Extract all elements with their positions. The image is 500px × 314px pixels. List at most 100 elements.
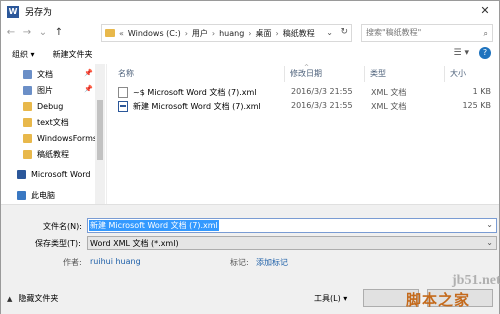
file-date: 2016/3/3 21:55: [291, 101, 353, 110]
organize-button[interactable]: 组织 ▾: [12, 49, 35, 60]
word-xml-file-icon: [118, 101, 128, 112]
file-list: ^ 名称 修改日期 类型 大小 ~$ Microsoft Word 文档 (7)…: [108, 64, 499, 204]
breadcrumb-separator-icon[interactable]: ›: [248, 29, 251, 38]
filename-label: 文件名(N):: [43, 222, 82, 231]
author-value[interactable]: ruihui huang: [90, 257, 141, 266]
breadcrumb-separator-icon[interactable]: ›: [185, 29, 188, 38]
nav-item-gaozhi[interactable]: 稿纸教程: [23, 146, 69, 162]
folder-icon: [23, 117, 32, 127]
table-row[interactable]: 新建 Microsoft Word 文档 (7).xml 2016/3/3 21…: [116, 100, 491, 114]
breadcrumb-drive[interactable]: Windows (C:): [128, 29, 181, 38]
file-name: ~$ Microsoft Word 文档 (7).xml: [133, 88, 257, 97]
up-arrow-icon[interactable]: ↑: [53, 26, 65, 40]
breadcrumb-overflow-icon[interactable]: «: [119, 29, 124, 38]
chevron-down-icon[interactable]: ⌄: [486, 220, 493, 229]
nav-item-pictures[interactable]: 图片: [23, 82, 53, 98]
save-button[interactable]: [363, 289, 419, 307]
nav-item-label: text文档: [37, 117, 69, 127]
column-divider[interactable]: [284, 66, 285, 82]
file-type: XML 文档: [371, 88, 407, 97]
breadcrumb-huang[interactable]: huang: [219, 29, 244, 38]
table-row[interactable]: ~$ Microsoft Word 文档 (7).xml 2016/3/3 21…: [116, 86, 491, 100]
hide-folders-label: 隐藏文件夹: [18, 294, 59, 303]
nav-item-microsoft-word[interactable]: Microsoft Word: [17, 166, 91, 182]
window-title: 另存为: [25, 8, 53, 18]
back-arrow-icon[interactable]: ←: [5, 26, 17, 40]
savetype-label: 保存类型(T):: [35, 239, 81, 248]
breadcrumb-separator-icon[interactable]: ›: [276, 29, 279, 38]
column-header-size[interactable]: 大小: [450, 68, 466, 79]
column-header-date[interactable]: 修改日期: [290, 68, 322, 79]
nav-item-label: WindowsForms: [37, 133, 98, 143]
word-icon: [17, 169, 26, 179]
filename-field[interactable]: 新建 Microsoft Word 文档 (7).xml ⌄: [87, 218, 497, 233]
forward-arrow-icon[interactable]: →: [21, 26, 33, 40]
recent-locations-chevron-icon[interactable]: ⌄: [37, 26, 49, 40]
file-name: 新建 Microsoft Word 文档 (7).xml: [133, 102, 261, 111]
filename-value[interactable]: 新建 Microsoft Word 文档 (7).xml: [89, 220, 219, 231]
folder-icon: [23, 149, 32, 159]
nav-item-label: 稿纸教程: [37, 149, 69, 159]
file-size: 125 KB: [462, 101, 491, 110]
computer-icon: [17, 190, 26, 200]
pin-icon[interactable]: 📌: [84, 85, 93, 93]
documents-icon: [23, 69, 32, 79]
column-divider[interactable]: [444, 66, 445, 82]
savetype-select[interactable]: Word XML 文档 (*.xml) ⌄: [87, 236, 497, 250]
pin-icon[interactable]: 📌: [84, 69, 93, 77]
xml-file-icon: [118, 87, 128, 98]
chevron-down-icon[interactable]: ⌄: [486, 238, 493, 247]
cancel-button[interactable]: [427, 289, 493, 307]
column-header-type[interactable]: 类型: [370, 68, 386, 79]
search-icon[interactable]: ⌕: [484, 26, 488, 42]
nav-item-label: 图片: [37, 85, 53, 95]
breadcrumb[interactable]: « Windows (C:) › 用户 › huang › 桌面 › 稿纸教程 …: [101, 24, 352, 42]
breadcrumb-current-folder[interactable]: 稿纸教程: [283, 28, 315, 39]
nav-item-windowsforms[interactable]: WindowsForms: [23, 130, 97, 146]
file-size: 1 KB: [472, 87, 491, 96]
refresh-icon[interactable]: ↻: [340, 27, 348, 37]
folder-icon: [105, 29, 115, 37]
search-input[interactable]: 搜索"稿纸教程" ⌕: [361, 24, 493, 42]
save-as-dialog: W 另存为 ✕ ← → ⌄ ↑ « Windows (C:) › 用户 › hu…: [0, 0, 500, 314]
column-divider[interactable]: [364, 66, 365, 82]
nav-item-text-docs[interactable]: text文档: [23, 114, 69, 130]
nav-item-label: 文档: [37, 69, 53, 79]
breadcrumb-desktop[interactable]: 桌面: [256, 28, 272, 39]
word-app-icon: W: [7, 5, 19, 18]
hide-folders-button[interactable]: ▲ 隐藏文件夹: [7, 293, 58, 304]
close-icon[interactable]: ✕: [477, 4, 493, 18]
nav-item-label: Microsoft Word: [31, 169, 91, 179]
address-row: ← → ⌄ ↑ « Windows (C:) › 用户 › huang › 桌面…: [1, 22, 499, 44]
search-placeholder: 搜索"稿纸教程": [366, 28, 422, 37]
nav-scrollbar-thumb[interactable]: [97, 100, 103, 160]
folder-icon: [23, 133, 32, 143]
nav-item-this-pc[interactable]: 此电脑: [17, 187, 55, 203]
nav-item-documents[interactable]: 文档: [23, 66, 53, 82]
navigation-pane: 文档 📌 图片 📌 Debug text文档 WindowsForms 稿纸教程…: [1, 64, 107, 204]
nav-item-label: Debug: [37, 101, 64, 111]
nav-item-label: 此电脑: [31, 190, 55, 200]
breadcrumb-separator-icon[interactable]: ›: [212, 29, 215, 38]
author-label: 作者:: [63, 258, 82, 267]
column-header-name[interactable]: 名称: [118, 68, 134, 79]
nav-scrollbar[interactable]: [95, 64, 105, 204]
new-folder-button[interactable]: 新建文件夹: [53, 49, 93, 60]
view-options-icon[interactable]: ☰ ▾: [454, 48, 469, 58]
help-icon[interactable]: ?: [479, 47, 491, 59]
breadcrumb-users[interactable]: 用户: [192, 28, 208, 39]
tools-menu-button[interactable]: 工具(L) ▾: [314, 293, 347, 304]
chevron-up-icon: ▲: [7, 294, 13, 303]
nav-item-debug[interactable]: Debug: [23, 98, 63, 114]
tags-label: 标记:: [230, 258, 249, 267]
add-tags-link[interactable]: 添加标记: [256, 257, 288, 268]
titlebar: W 另存为 ✕: [1, 1, 499, 22]
folder-icon: [23, 101, 32, 111]
pictures-icon: [23, 85, 32, 95]
save-options-panel: 文件名(N): 新建 Microsoft Word 文档 (7).xml ⌄ 保…: [1, 204, 499, 314]
file-type: XML 文档: [371, 102, 407, 111]
savetype-value: Word XML 文档 (*.xml): [90, 239, 179, 248]
file-date: 2016/3/3 21:55: [291, 87, 353, 96]
command-toolbar: 组织 ▾ 新建文件夹 ☰ ▾ ?: [1, 44, 499, 64]
address-dropdown-chevron-icon[interactable]: ⌄: [326, 28, 333, 37]
